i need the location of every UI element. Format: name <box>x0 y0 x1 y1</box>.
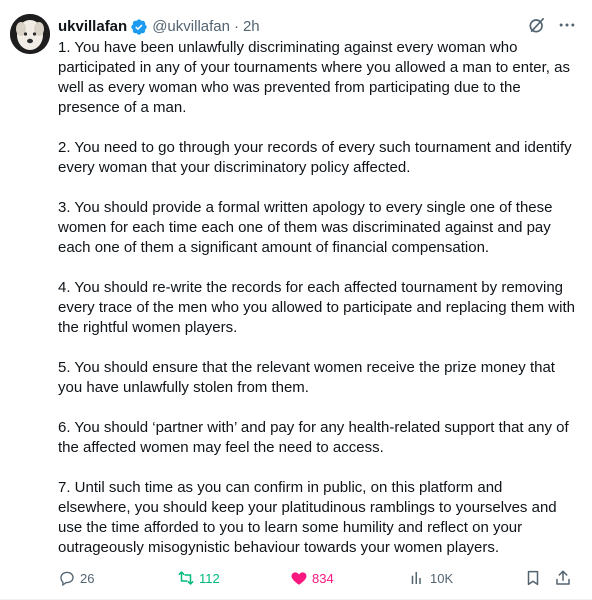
views-icon <box>411 572 421 584</box>
tweet-paragraph: 1. You have been unlawfully discriminati… <box>58 39 570 116</box>
tweet-paragraph: 3. You should provide a formal written a… <box>58 199 553 256</box>
tweet-paragraph: 4. You should re-write the records for e… <box>58 279 575 336</box>
repost-count: 112 <box>199 570 220 586</box>
views-count: 10K <box>430 570 454 586</box>
tweet-paragraph: 5. You should ensure that the relevant w… <box>58 359 555 396</box>
avatar-image <box>10 14 50 54</box>
reply-count: 26 <box>80 570 95 586</box>
tweet-paragraph: 6. You should ‘partner with’ and pay for… <box>58 419 569 456</box>
like-button[interactable]: 834 <box>290 569 334 587</box>
views-button[interactable]: 10K <box>408 569 453 587</box>
tweet-actions: 26 112 834 10K <box>58 566 578 590</box>
reply-button[interactable]: 26 <box>58 569 94 587</box>
separator-dot: · <box>233 18 239 35</box>
grok-icon[interactable] <box>526 14 548 36</box>
heart-icon <box>291 572 307 585</box>
header-actions <box>526 14 578 36</box>
reply-icon <box>60 571 74 587</box>
handle[interactable]: @ukvillafan <box>152 17 230 37</box>
share-button[interactable] <box>554 569 576 587</box>
display-name[interactable]: ukvillafan <box>58 17 127 37</box>
bookmark-button[interactable] <box>524 569 546 587</box>
tweet-header: ukvillafan @ukvillafan · 2h <box>58 16 260 38</box>
tweet[interactable]: ukvillafan @ukvillafan · 2h 1. You have … <box>0 0 592 600</box>
avatar[interactable] <box>10 14 50 54</box>
repost-icon <box>178 571 194 585</box>
like-count: 834 <box>312 570 334 586</box>
tweet-paragraph: 7. Until such time as you can confirm in… <box>58 479 557 556</box>
tweet-paragraph: 2. You need to go through your records o… <box>58 139 572 176</box>
bookmark-icon <box>527 570 539 586</box>
share-icon <box>556 570 570 585</box>
more-icon[interactable] <box>556 14 578 36</box>
repost-button[interactable]: 112 <box>177 569 220 587</box>
tweet-text: 1. You have been unlawfully discriminati… <box>58 38 578 558</box>
timestamp[interactable]: 2h <box>243 17 260 37</box>
verified-badge-icon <box>130 18 148 36</box>
